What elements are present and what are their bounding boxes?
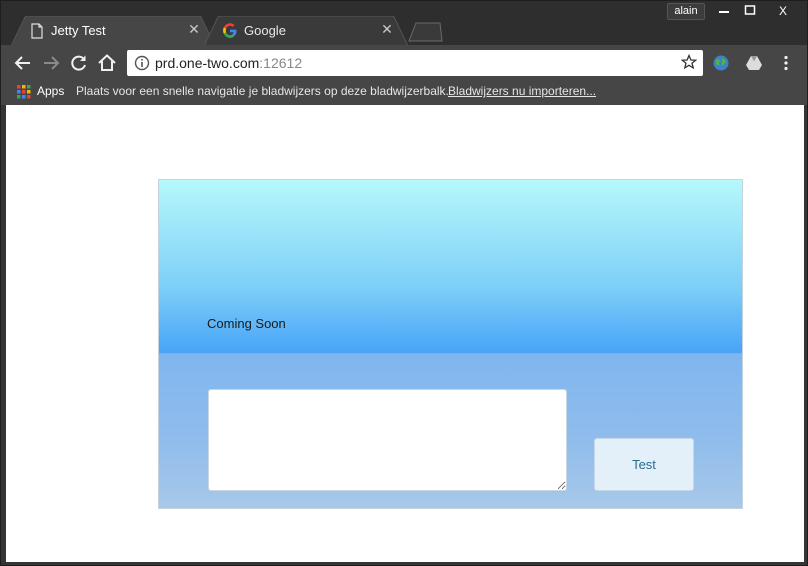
apps-shortcut[interactable]: Apps [37,84,64,98]
url-text: prd.one-two.com:12612 [155,55,302,71]
forward-icon[interactable] [41,53,61,73]
document-icon [31,23,43,39]
coming-soon-label: Coming Soon [207,316,286,331]
google-icon [223,23,237,38]
tab-title: Google [244,23,286,38]
close-tab-icon[interactable]: ✕ [380,22,394,36]
test-button[interactable]: Test [594,438,694,491]
tab-google[interactable]: Google ✕ [204,16,408,46]
close-tab-icon[interactable]: ✕ [187,22,201,36]
globe-extension-icon[interactable] [712,54,730,72]
url-port: :12612 [259,55,303,71]
profile-button[interactable]: alain [667,3,705,20]
minimize-icon [719,11,729,13]
back-icon[interactable] [13,53,33,73]
maximize-button[interactable] [737,3,763,20]
browser-window: Jetty Test ✕ Google ✕ alain X prd.one-tw… [0,0,808,566]
close-window-button[interactable]: X [767,3,799,20]
home-icon[interactable] [97,53,117,73]
bookmarks-bar: Apps Plaats voor een snelle navigatie je… [1,81,807,105]
import-bookmarks-link[interactable]: Bladwijzers nu importeren... [448,84,596,98]
info-icon[interactable] [134,55,150,71]
maximize-icon [744,5,756,15]
content-panel: Coming Soon Test [158,179,743,509]
new-tab-button[interactable] [406,22,444,42]
drive-icon[interactable] [745,54,763,72]
toolbar: prd.one-two.com:12612 [1,45,807,81]
url-host: prd.one-two.com [155,55,260,71]
bookmarks-hint: Plaats voor een snelle navigatie je blad… [76,84,449,98]
bookmark-star-icon[interactable] [681,54,697,70]
apps-icon [17,85,31,99]
tab-title: Jetty Test [51,23,106,38]
text-area[interactable] [208,389,567,491]
minimize-button[interactable] [711,3,737,20]
tab-jetty-test[interactable]: Jetty Test ✕ [11,16,215,46]
tab-strip: Jetty Test ✕ Google ✕ alain X [1,1,807,46]
reload-icon[interactable] [69,53,89,73]
menu-icon[interactable] [777,54,795,72]
address-bar[interactable]: prd.one-two.com:12612 [127,50,703,76]
page-viewport: Coming Soon Test [6,105,804,562]
